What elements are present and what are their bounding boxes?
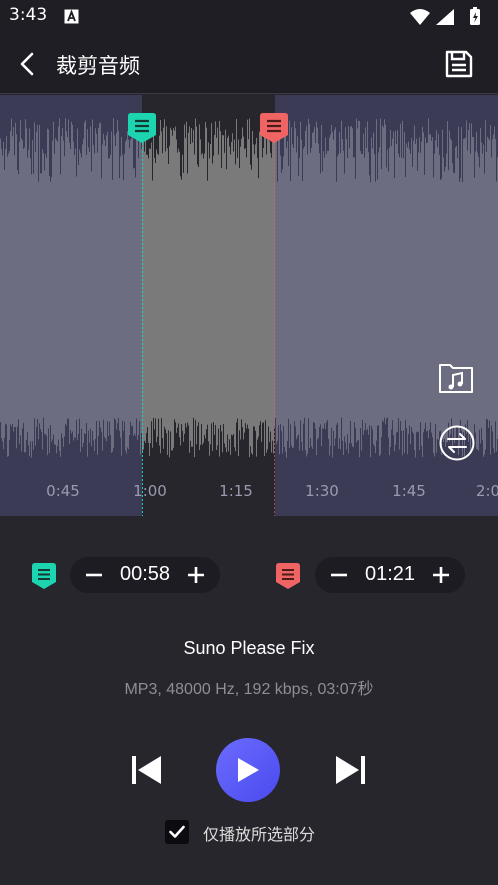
skip-previous-button[interactable] bbox=[129, 753, 165, 787]
skip-next-button[interactable] bbox=[332, 753, 368, 787]
waveform-editor[interactable]: 0:45 1:00 1:15 1:30 1:45 2:0 bbox=[0, 95, 498, 516]
controls-panel: 00:58 01:21 Suno Please Fix MP3, 48000 H… bbox=[0, 516, 498, 885]
play-selected-only-label[interactable]: 仅播放所选部分 bbox=[203, 821, 315, 845]
status-indicators-icon bbox=[410, 7, 480, 25]
time-tick-label: 0:45 bbox=[46, 482, 80, 500]
time-tick-label: 1:30 bbox=[305, 482, 339, 500]
time-tick-label: 1:45 bbox=[392, 482, 426, 500]
end-time-decrease-button[interactable] bbox=[321, 557, 357, 593]
waveform[interactable] bbox=[0, 95, 498, 516]
page-title: 裁剪音频 bbox=[56, 54, 140, 78]
save-floppy-icon bbox=[445, 50, 473, 78]
end-marker-icon bbox=[276, 563, 300, 589]
play-selected-only-checkbox[interactable] bbox=[165, 820, 189, 844]
plus-icon bbox=[433, 567, 449, 583]
time-tick-label: 2:0 bbox=[475, 482, 498, 500]
signal-icon bbox=[436, 9, 454, 25]
start-time-decrease-button[interactable] bbox=[76, 557, 112, 593]
time-tick-label: 1:00 bbox=[133, 482, 167, 500]
wifi-icon bbox=[410, 9, 430, 25]
start-time-stepper: 00:58 bbox=[70, 557, 220, 593]
start-marker-handle[interactable] bbox=[128, 113, 156, 143]
end-time-value[interactable]: 01:21 bbox=[355, 563, 425, 586]
minus-icon bbox=[331, 573, 347, 577]
keyboard-a-icon bbox=[64, 9, 79, 24]
app-bar: 裁剪音频 bbox=[0, 34, 498, 94]
time-tick-label: 1:15 bbox=[219, 482, 253, 500]
play-icon bbox=[238, 758, 259, 782]
end-marker-handle[interactable] bbox=[260, 113, 288, 143]
track-title: Suno Please Fix bbox=[183, 638, 315, 658]
save-button[interactable] bbox=[442, 47, 476, 81]
start-time-value[interactable]: 00:58 bbox=[110, 563, 180, 586]
skip-next-icon bbox=[336, 756, 359, 784]
waveform-core bbox=[275, 213, 498, 363]
skip-previous-icon bbox=[132, 756, 136, 784]
plus-icon bbox=[188, 567, 204, 583]
chevron-left-icon bbox=[20, 52, 34, 76]
waveform-core bbox=[0, 213, 142, 363]
waveform-core-selected bbox=[142, 213, 275, 363]
checkmark-icon bbox=[169, 825, 185, 838]
end-time-stepper: 01:21 bbox=[315, 557, 465, 593]
back-button[interactable] bbox=[12, 49, 42, 79]
play-button[interactable] bbox=[216, 738, 280, 802]
swap-button[interactable] bbox=[438, 424, 476, 462]
status-bar: 3:43 bbox=[0, 0, 498, 34]
status-time: 3:43 bbox=[9, 5, 48, 25]
start-time-increase-button[interactable] bbox=[178, 557, 214, 593]
music-folder-icon bbox=[439, 364, 473, 393]
end-time-increase-button[interactable] bbox=[423, 557, 459, 593]
music-folder-button[interactable] bbox=[438, 360, 474, 396]
track-metadata: MP3, 48000 Hz, 192 kbps, 03:07秒 bbox=[124, 681, 374, 698]
swap-icon bbox=[439, 425, 475, 461]
minus-icon bbox=[86, 573, 102, 577]
start-marker-icon bbox=[32, 563, 56, 589]
